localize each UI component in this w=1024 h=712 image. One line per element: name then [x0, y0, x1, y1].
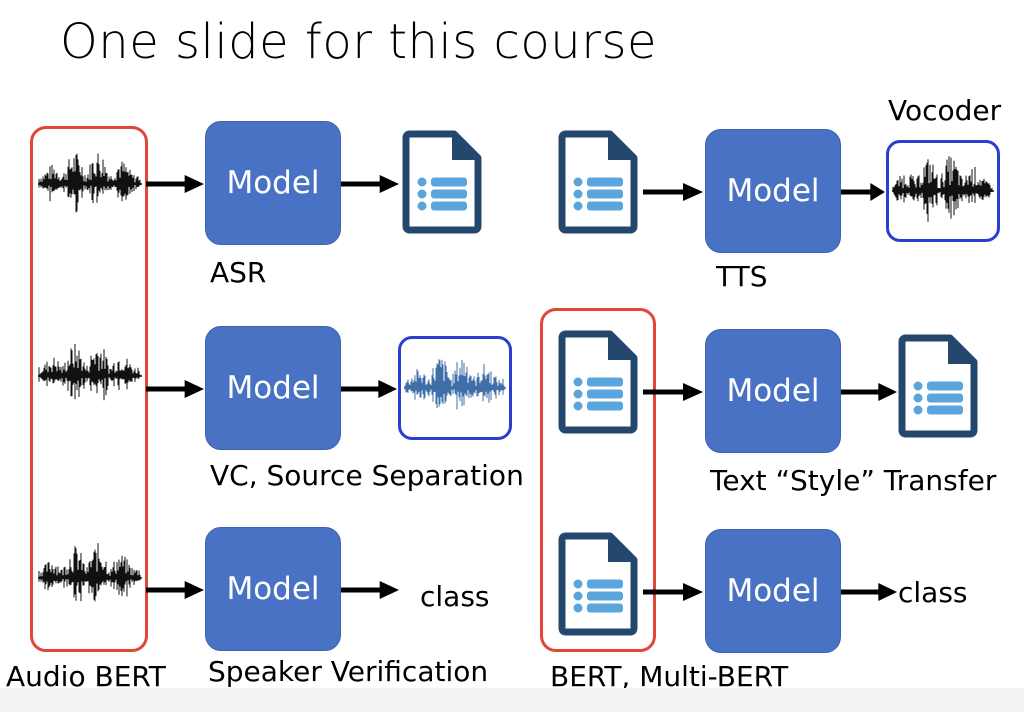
tts-model-box: Model — [705, 129, 841, 253]
arrow-right-icon — [341, 580, 399, 600]
vc-source-separation-label: VC, Source Separation — [210, 459, 524, 492]
arrow-right-icon — [643, 382, 703, 402]
arrow-right-icon — [341, 379, 397, 399]
arrow-right-icon — [146, 379, 204, 399]
document-icon — [558, 130, 638, 234]
asr-label: ASR — [210, 256, 267, 289]
bert-classifier-model-box: Model — [705, 529, 841, 653]
slide-title: One slide for this course — [60, 14, 657, 70]
model-label: Model — [226, 165, 320, 201]
waveform-icon — [892, 156, 994, 222]
vocoder-label: Vocoder — [888, 94, 1002, 127]
arrow-right-icon — [643, 582, 703, 602]
arrow-right-icon — [841, 382, 897, 402]
model-label: Model — [226, 370, 320, 406]
arrow-right-icon — [146, 580, 204, 600]
waveform-icon — [38, 543, 142, 602]
document-icon — [898, 334, 978, 438]
model-label: Model — [726, 373, 820, 409]
document-icon — [402, 130, 482, 234]
text-style-transfer-label: Text “Style” Transfer — [710, 464, 997, 497]
arrow-right-icon — [341, 174, 399, 194]
speaker-verification-model-box: Model — [205, 527, 341, 651]
text-style-transfer-model-box: Model — [705, 329, 841, 453]
asr-model-box: Model — [205, 121, 341, 245]
document-icon — [558, 330, 638, 434]
model-label: Model — [726, 573, 820, 609]
model-label: Model — [726, 173, 820, 209]
class-label: class — [898, 576, 968, 609]
bottom-bar — [0, 688, 1024, 712]
arrow-right-icon — [643, 182, 703, 202]
model-label: Model — [226, 571, 320, 607]
class-label: class — [420, 580, 490, 613]
speaker-verification-label: Speaker Verification — [208, 655, 489, 688]
tts-label: TTS — [716, 260, 768, 293]
document-icon — [558, 532, 638, 636]
arrow-right-icon — [841, 182, 885, 202]
waveform-icon — [38, 343, 142, 401]
waveform-icon — [404, 359, 506, 410]
waveform-icon — [38, 153, 142, 213]
arrow-right-icon — [841, 582, 897, 602]
arrow-right-icon — [146, 174, 204, 194]
vc-model-box: Model — [205, 326, 341, 450]
